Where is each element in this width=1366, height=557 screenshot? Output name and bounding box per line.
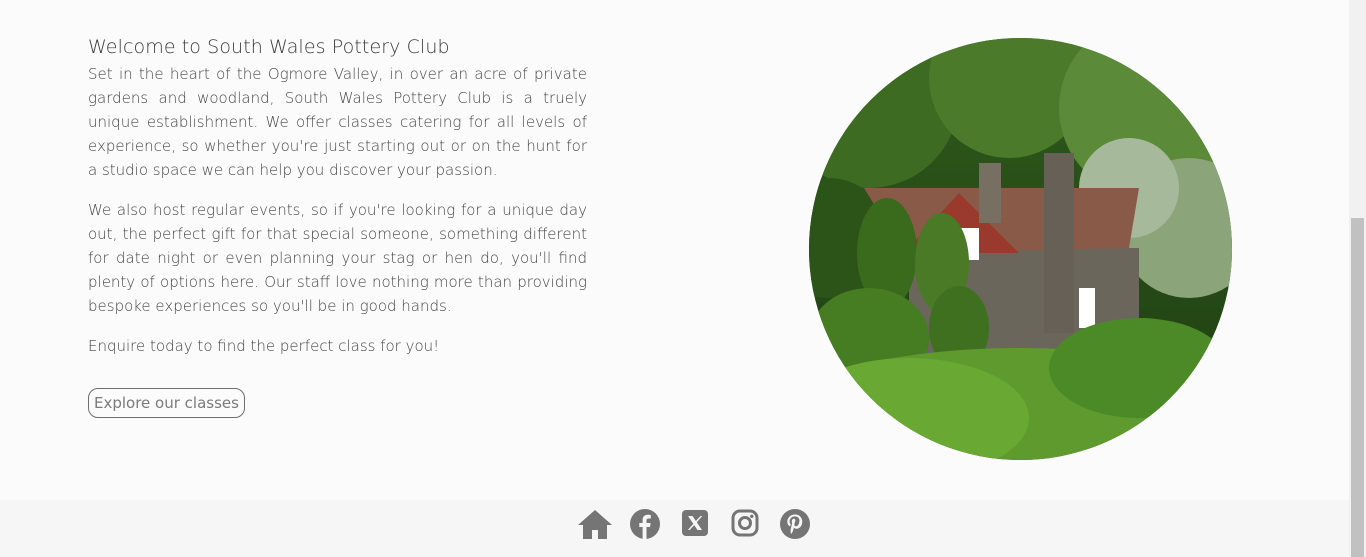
main-content: Welcome to South Wales Pottery Club Set …: [0, 0, 1349, 500]
x-twitter-link[interactable]: [670, 508, 720, 542]
facebook-link[interactable]: [620, 508, 670, 542]
explore-classes-button[interactable]: Explore our classes: [88, 388, 245, 418]
pinterest-link[interactable]: [770, 508, 820, 542]
scrollbar-thumb[interactable]: [1351, 218, 1364, 557]
welcome-section: Welcome to South Wales Pottery Club Set …: [88, 36, 587, 418]
facebook-icon: [630, 509, 660, 539]
instagram-icon: [731, 509, 759, 537]
instagram-link[interactable]: [720, 508, 770, 542]
pinterest-icon: [780, 509, 810, 539]
enquire-paragraph: Enquire today to find the perfect class …: [88, 337, 440, 355]
intro-paragraph: Set in the heart of the Ogmore Valley, i…: [88, 65, 587, 179]
page-title: Welcome to South Wales Pottery Club: [88, 36, 450, 58]
events-paragraph: We also host regular events, so if you'r…: [88, 201, 587, 315]
social-links: [570, 508, 820, 542]
x-twitter-icon: [682, 510, 708, 536]
cottage-photo: [809, 38, 1232, 460]
home-link[interactable]: [570, 508, 620, 542]
home-icon: [578, 510, 612, 539]
